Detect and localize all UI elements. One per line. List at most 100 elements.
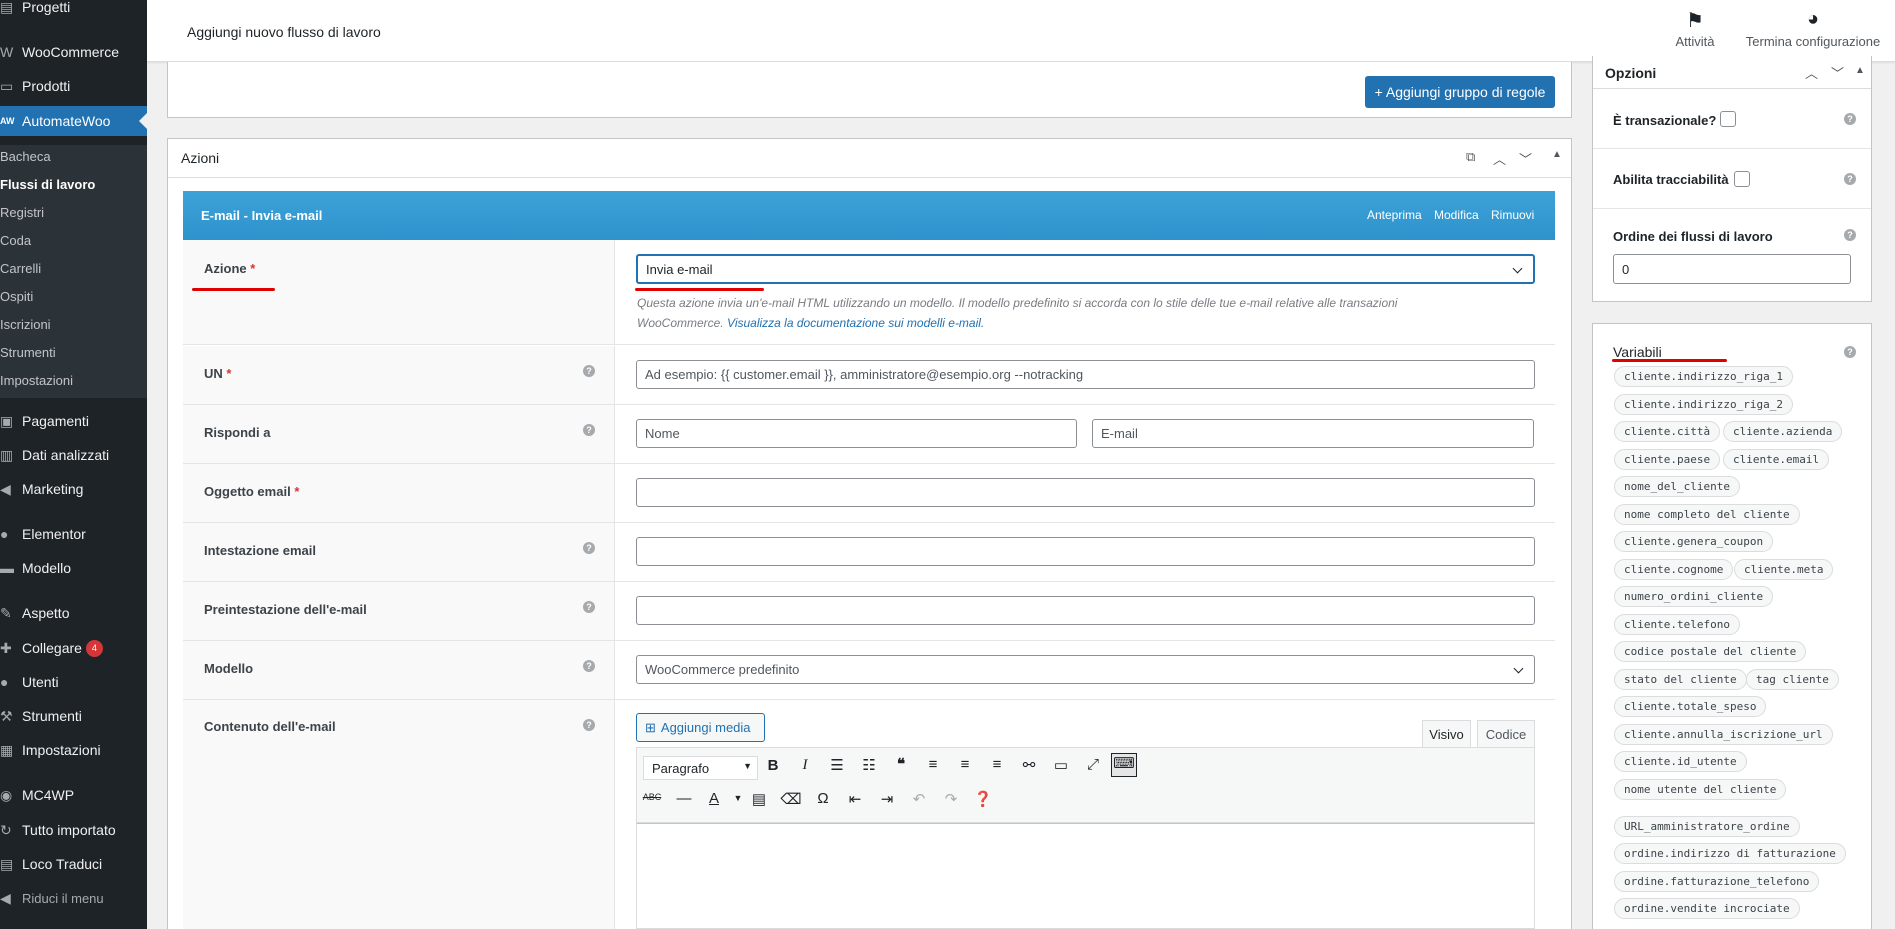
sidebar-item-automatewoo[interactable]: AW AutomateWoo — [0, 106, 147, 136]
template-select[interactable]: WooCommerce predefinito — [636, 655, 1535, 684]
bullet-list-icon[interactable]: ☰ — [826, 756, 848, 774]
variable-tag[interactable]: cliente.id_utente — [1614, 751, 1747, 772]
variable-tag[interactable]: cliente.totale_speso — [1614, 696, 1767, 717]
variable-tag[interactable]: cliente.annulla_iscrizione_url — [1614, 724, 1833, 745]
numbered-list-icon[interactable]: ☷ — [858, 756, 880, 774]
variable-tag[interactable]: URL_amministratore_ordine — [1614, 816, 1800, 837]
move-up-icon[interactable]: ︿ — [1493, 149, 1506, 168]
variable-tag[interactable]: cliente.meta — [1734, 559, 1834, 580]
sidebar-item-collegare[interactable]: ✚ Collegare 4 — [0, 633, 147, 663]
sidebar-item-aspetto[interactable]: ✎ Aspetto — [0, 598, 147, 628]
toolbar-toggle-icon[interactable]: ⌨ — [1111, 753, 1137, 777]
fullscreen-icon[interactable]: ⤢ — [1082, 756, 1104, 773]
variable-tag[interactable]: nome completo del cliente — [1614, 504, 1800, 525]
submenu-ospiti[interactable]: Ospiti — [0, 289, 33, 304]
transactional-checkbox[interactable] — [1720, 111, 1736, 127]
align-right-icon[interactable]: ≡ — [986, 756, 1008, 773]
sidebar-item-elementor[interactable]: ● Elementor — [0, 519, 147, 549]
variable-tag[interactable]: cliente.indirizzo_riga_2 — [1614, 394, 1793, 415]
move-down-icon[interactable]: ﹀ — [1831, 63, 1844, 82]
workflow-order-input[interactable]: 0 — [1613, 254, 1851, 284]
sidebar-item-modello[interactable]: ▬ Modello — [0, 553, 147, 583]
toggle-panel-icon[interactable]: ▲ — [1855, 65, 1865, 76]
help-icon[interactable]: ? — [1844, 173, 1856, 185]
variable-tag[interactable]: cliente.paese — [1614, 449, 1721, 470]
sidebar-item-woocommerce[interactable]: W WooCommerce — [0, 37, 147, 67]
read-more-icon[interactable]: ▭ — [1050, 756, 1072, 774]
variable-tag[interactable]: ordine.fatturazione_telefono — [1614, 871, 1820, 892]
submenu-bacheca[interactable]: Bacheca — [0, 149, 51, 164]
move-up-icon[interactable]: ︿ — [1805, 63, 1818, 82]
sidebar-item-utenti[interactable]: ● Utenti — [0, 667, 147, 697]
align-left-icon[interactable]: ≡ — [922, 756, 944, 773]
horizontal-line-icon[interactable]: — — [673, 790, 695, 807]
variable-tag[interactable]: ordine.indirizzo di fatturazione — [1614, 843, 1846, 864]
variable-tag[interactable]: cliente.email — [1723, 449, 1830, 470]
bold-icon[interactable]: B — [762, 757, 784, 774]
sidebar-item-loco-traduci[interactable]: ▤ Loco Traduci — [0, 849, 147, 879]
variable-tag[interactable]: cliente.città — [1614, 421, 1721, 442]
toggle-panel-icon[interactable]: ▲ — [1552, 149, 1562, 160]
help-icon[interactable]: ? — [583, 365, 595, 377]
submenu-strumenti[interactable]: Strumenti — [0, 345, 56, 360]
link-icon[interactable]: ⚯ — [1018, 756, 1040, 774]
add-media-button[interactable]: ⊞ Aggiungi media — [636, 713, 765, 742]
activity-button[interactable]: ⚑ Attività — [1670, 8, 1720, 49]
align-center-icon[interactable]: ≡ — [954, 756, 976, 773]
italic-icon[interactable]: I — [794, 757, 816, 774]
submenu-impostazioni[interactable]: Impostazioni — [0, 373, 73, 388]
tab-visual[interactable]: Visivo — [1422, 720, 1471, 748]
variable-tag[interactable]: tag cliente — [1746, 669, 1839, 690]
heading-input[interactable] — [636, 537, 1535, 566]
subject-input[interactable] — [636, 478, 1535, 507]
preview-link[interactable]: Anteprima — [1367, 208, 1422, 222]
variable-tag[interactable]: codice postale del cliente — [1614, 641, 1807, 662]
external-link-icon[interactable]: ⧉ — [1466, 149, 1475, 165]
help-icon[interactable]: ? — [583, 719, 595, 731]
preheader-input[interactable] — [636, 596, 1535, 625]
help-icon[interactable]: ? — [1844, 229, 1856, 241]
submenu-flussi-di-lavoro[interactable]: Flussi di lavoro — [0, 177, 95, 192]
sidebar-item-prodotti[interactable]: ▭ Prodotti — [0, 71, 147, 101]
help-icon[interactable]: ? — [583, 542, 595, 554]
paste-text-icon[interactable]: ▤ — [748, 790, 770, 808]
variable-tag[interactable]: stato del cliente — [1614, 669, 1747, 690]
special-character-icon[interactable]: Ω — [812, 790, 834, 807]
variable-tag[interactable]: nome utente del cliente — [1614, 779, 1787, 800]
variable-tag[interactable]: cliente.azienda — [1723, 421, 1843, 442]
template-docs-link[interactable]: Visualizza la documentazione sui modelli… — [727, 316, 984, 330]
variable-tag[interactable]: cliente.indirizzo_riga_1 — [1614, 366, 1793, 387]
help-icon[interactable]: ? — [583, 601, 595, 613]
help-icon[interactable]: ? — [1844, 346, 1856, 358]
outdent-icon[interactable]: ⇤ — [844, 790, 866, 808]
submenu-iscrizioni[interactable]: Iscrizioni — [0, 317, 51, 332]
sidebar-item-progetti[interactable]: ▤ Progetti — [0, 0, 147, 22]
variable-tag[interactable]: nome_del_cliente — [1614, 476, 1740, 497]
sidebar-item-dati-analizzati[interactable]: ▥ Dati analizzati — [0, 440, 147, 470]
submenu-registri[interactable]: Registri — [0, 205, 44, 220]
clear-formatting-icon[interactable]: ⌫ — [780, 790, 802, 808]
email-content-editor[interactable] — [636, 823, 1535, 929]
variable-tag[interactable]: cliente.cognome — [1614, 559, 1734, 580]
strikethrough-icon[interactable]: ABC — [641, 792, 663, 802]
action-select[interactable]: Invia e-mail — [636, 254, 1535, 284]
submenu-carrelli[interactable]: Carrelli — [0, 261, 41, 276]
sidebar-item-impostazioni[interactable]: ▦ Impostazioni — [0, 735, 147, 765]
to-input[interactable]: Ad esempio: {{ customer.email }}, ammini… — [636, 360, 1535, 389]
help-icon[interactable]: ? — [583, 424, 595, 436]
sidebar-item-marketing[interactable]: ◀ Marketing — [0, 474, 147, 504]
submenu-coda[interactable]: Coda — [0, 233, 31, 248]
blockquote-icon[interactable]: ❝ — [890, 755, 912, 773]
help-icon[interactable]: ? — [583, 660, 595, 672]
variable-tag[interactable]: ordine.vendite incrociate — [1614, 898, 1800, 919]
help-icon[interactable]: ? — [1844, 113, 1856, 125]
variable-tag[interactable]: numero_ordini_cliente — [1614, 586, 1774, 607]
action-header-bar[interactable]: E-mail - Invia e-mail Anteprima Modifica… — [183, 191, 1555, 240]
sidebar-item-pagamenti[interactable]: ▣ Pagamenti — [0, 406, 147, 436]
reply-email-input[interactable]: E-mail — [1092, 419, 1534, 448]
paragraph-format-select[interactable]: Paragrafo ▼ — [643, 756, 758, 780]
variable-tag[interactable]: cliente.telefono — [1614, 614, 1740, 635]
reply-name-input[interactable]: Nome — [636, 419, 1077, 448]
text-color-icon[interactable]: A — [703, 790, 725, 807]
add-rule-group-button[interactable]: + Aggiungi gruppo di regole — [1365, 76, 1555, 108]
